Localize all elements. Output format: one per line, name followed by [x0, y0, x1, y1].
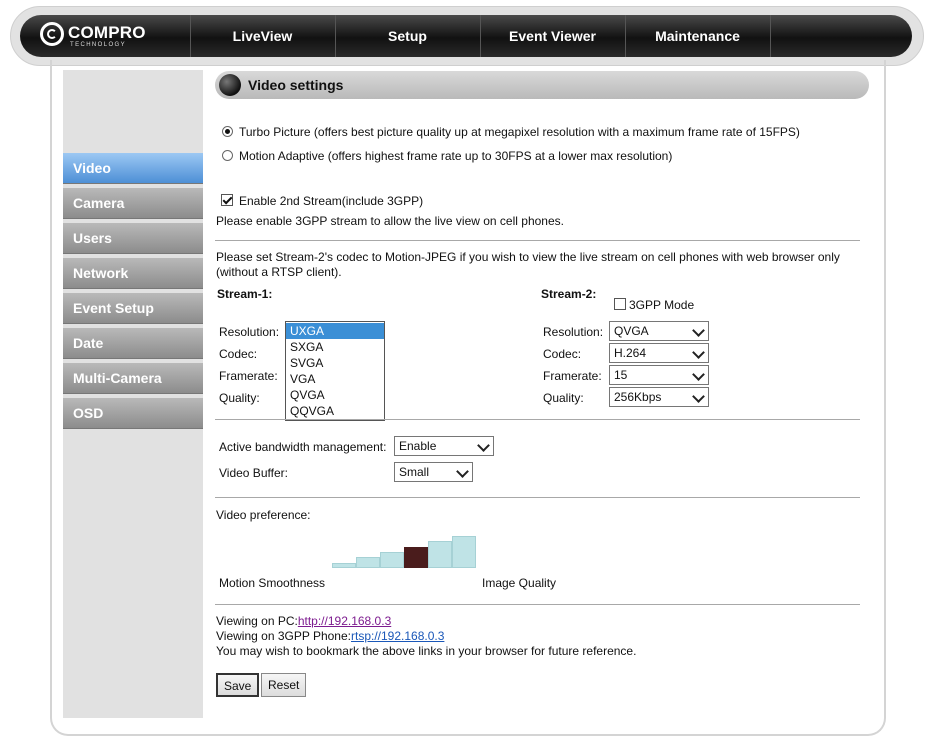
- viewing-phone-row: Viewing on 3GPP Phone:rtsp://192.168.0.3: [216, 629, 444, 643]
- divider: [215, 604, 860, 605]
- stream2-title: Stream-2:: [541, 287, 597, 301]
- nav-maintenance[interactable]: Maintenance: [625, 15, 771, 57]
- image-quality-label: Image Quality: [482, 576, 557, 590]
- compro-logo[interactable]: COMPRO TECHNOLOGY: [20, 15, 191, 57]
- motion-smoothness-label: Motion Smoothness: [219, 576, 326, 590]
- stream1-title: Stream-1:: [217, 287, 273, 301]
- chevron-down-icon: [692, 390, 705, 403]
- sidebar-item-video[interactable]: Video: [63, 153, 203, 184]
- 3gpp-mode-label: 3GPP Mode: [629, 298, 695, 312]
- chevron-down-icon: [692, 346, 705, 359]
- stream1-codec-label: Codec:: [219, 347, 258, 361]
- divider: [215, 240, 860, 241]
- stream2-framerate-label: Framerate:: [543, 369, 602, 383]
- stream1-framerate-label: Framerate:: [219, 369, 278, 383]
- stream2-codec-select[interactable]: H.264: [609, 343, 709, 363]
- logo-text: COMPRO: [68, 23, 146, 42]
- resolution-option-sxga[interactable]: SXGA: [286, 339, 384, 355]
- codec-note-line1: Please set Stream-2's codec to Motion-JP…: [216, 250, 840, 264]
- stream2-quality-select[interactable]: 256Kbps: [609, 387, 709, 407]
- motion-adaptive-label: Motion Adaptive (offers highest frame ra…: [239, 149, 673, 163]
- codec-note-line2: (without a RTSP client).: [216, 265, 342, 279]
- sidebar-item-osd[interactable]: OSD: [63, 398, 203, 429]
- bandwidth-value: Enable: [399, 439, 437, 453]
- sidebar-item-users[interactable]: Users: [63, 223, 203, 254]
- video-preference-slider[interactable]: [332, 536, 482, 568]
- nav-setup[interactable]: Setup: [335, 15, 481, 57]
- stream2-codec-label: Codec:: [543, 347, 582, 361]
- 3gpp-note: Please enable 3GPP stream to allow the l…: [216, 214, 564, 228]
- resolution-option-vga[interactable]: VGA: [286, 371, 384, 387]
- section-header: Video settings: [215, 71, 869, 99]
- preference-level-bar[interactable]: [404, 547, 428, 568]
- viewing-phone-label: Viewing on 3GPP Phone:: [216, 629, 351, 643]
- nav-liveview[interactable]: LiveView: [190, 15, 336, 57]
- sidebar-item-camera[interactable]: Camera: [63, 188, 203, 219]
- top-navigation: COMPRO TECHNOLOGY LiveView Setup Event V…: [20, 15, 912, 57]
- turbo-picture-label: Turbo Picture (offers best picture quali…: [239, 125, 800, 139]
- motion-adaptive-radio[interactable]: [222, 150, 233, 161]
- chevron-down-icon: [456, 465, 469, 478]
- divider: [215, 419, 860, 420]
- nav-event-viewer[interactable]: Event Viewer: [480, 15, 626, 57]
- chevron-down-icon: [477, 439, 490, 452]
- video-buffer-value: Small: [399, 465, 430, 479]
- video-buffer-select[interactable]: Small: [394, 462, 473, 482]
- sidebar-item-network[interactable]: Network: [63, 258, 203, 289]
- stream1-quality-label: Quality:: [219, 391, 260, 405]
- video-buffer-label: Video Buffer:: [219, 466, 288, 480]
- viewing-pc-label: Viewing on PC:: [216, 614, 298, 628]
- pc-url-link[interactable]: http://192.168.0.3: [298, 614, 391, 628]
- bandwidth-select[interactable]: Enable: [394, 436, 494, 456]
- divider: [215, 497, 860, 498]
- sidebar-item-date[interactable]: Date: [63, 328, 203, 359]
- preference-level-bar[interactable]: [380, 552, 404, 568]
- save-button[interactable]: Save: [216, 673, 260, 697]
- reset-button[interactable]: Reset: [261, 673, 307, 697]
- sidebar-item-multi-camera[interactable]: Multi-Camera: [63, 363, 203, 394]
- page-title: Video settings: [248, 77, 344, 93]
- resolution-option-svga[interactable]: SVGA: [286, 355, 384, 371]
- stream2-resolution-select[interactable]: QVGA: [609, 321, 709, 341]
- stream2-quality-label: Quality:: [543, 391, 584, 405]
- logo-subtext: TECHNOLOGY: [70, 42, 127, 48]
- compro-logo-icon: [40, 22, 64, 46]
- chevron-down-icon: [692, 368, 705, 381]
- stream2-resolution-label: Resolution:: [543, 325, 604, 339]
- resolution-option-uxga[interactable]: UXGA: [286, 323, 384, 339]
- stream1-resolution-label: Resolution:: [219, 325, 280, 339]
- stream2-codec-value: H.264: [614, 346, 647, 360]
- sidebar: Video Camera Users Network Event Setup D…: [63, 70, 203, 718]
- header-ball-icon: [219, 74, 241, 96]
- enable-2nd-stream-label: Enable 2nd Stream(include 3GPP): [239, 194, 424, 208]
- 3gpp-mode-checkbox[interactable]: [614, 298, 626, 310]
- resolution-option-qvga[interactable]: QVGA: [286, 387, 384, 403]
- turbo-picture-radio[interactable]: [222, 126, 233, 137]
- enable-2nd-stream-checkbox[interactable]: [221, 194, 233, 206]
- preference-level-bar[interactable]: [428, 541, 452, 568]
- video-preference-label: Video preference:: [216, 508, 311, 522]
- stream2-quality-value: 256Kbps: [614, 390, 662, 404]
- stream1-resolution-dropdown-list[interactable]: UXGA SXGA SVGA VGA QVGA QQVGA: [285, 321, 385, 421]
- preference-level-bar[interactable]: [452, 536, 476, 568]
- stream2-framerate-select[interactable]: 15: [609, 365, 709, 385]
- preference-level-bar[interactable]: [332, 563, 356, 568]
- resolution-option-qqvga[interactable]: QQVGA: [286, 403, 384, 419]
- stream2-framerate-value: 15: [614, 368, 628, 382]
- preference-level-bar[interactable]: [356, 557, 380, 568]
- sidebar-item-event-setup[interactable]: Event Setup: [63, 293, 203, 324]
- viewing-pc-row: Viewing on PC:http://192.168.0.3: [216, 614, 391, 628]
- bookmark-note: You may wish to bookmark the above links…: [216, 644, 637, 658]
- chevron-down-icon: [692, 324, 705, 337]
- bandwidth-label: Active bandwidth management:: [219, 440, 387, 454]
- phone-url-link[interactable]: rtsp://192.168.0.3: [351, 629, 444, 643]
- stream2-resolution-value: QVGA: [614, 324, 649, 338]
